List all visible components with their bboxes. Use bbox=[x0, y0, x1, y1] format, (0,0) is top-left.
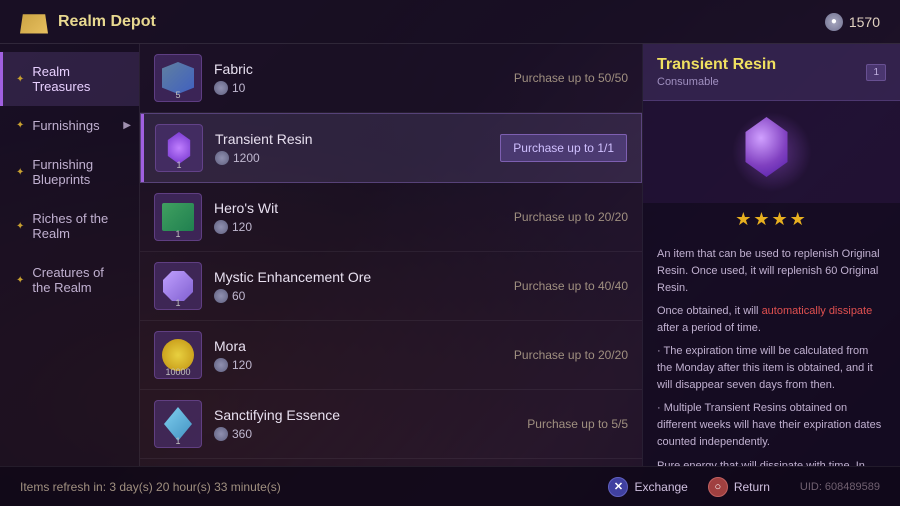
sidebar-label: RealmTreasures bbox=[32, 64, 90, 94]
item-name-fabric: Fabric bbox=[214, 61, 514, 77]
detail-panel: Transient Resin Consumable 1 ★★★★ An ite… bbox=[642, 44, 900, 466]
shop-item-fabric[interactable]: 5 Fabric 10 Purchase up to 50/50 bbox=[140, 44, 642, 113]
price-icon bbox=[214, 358, 228, 372]
shop-item-mora[interactable]: 10000 Mora 120 Purchase up to 20/20 bbox=[140, 321, 642, 390]
item-name-book: Hero's Wit bbox=[214, 200, 514, 216]
shop-item-transient-resin[interactable]: 1 Transient Resin 1200 Purchase up to 1/… bbox=[140, 113, 642, 183]
exchange-label: Exchange bbox=[634, 480, 687, 494]
price-icon bbox=[214, 427, 228, 441]
sidebar-item-creatures[interactable]: ✦ Creatures of the Realm bbox=[0, 253, 139, 307]
shop-item-essence[interactable]: 1 Sanctifying Essence 360 Purchase up to… bbox=[140, 390, 642, 459]
star-icon: ✦ bbox=[16, 74, 24, 85]
item-icon-book: 1 bbox=[154, 193, 202, 241]
detail-stars: ★★★★ bbox=[643, 203, 900, 236]
currency-display: ● 1570 bbox=[825, 13, 880, 31]
detail-header: Transient Resin Consumable 1 bbox=[643, 44, 900, 101]
item-icon-essence: 1 bbox=[154, 400, 202, 448]
detail-type: Consumable bbox=[657, 76, 776, 88]
item-price-mora: 120 bbox=[214, 358, 514, 372]
item-name-ore: Mystic Enhancement Ore bbox=[214, 269, 514, 285]
selected-indicator bbox=[141, 114, 144, 182]
price-icon bbox=[214, 81, 228, 95]
desc-extra: Pure energy that will dissipate with tim… bbox=[657, 458, 886, 466]
uid-text: UID: 608489589 bbox=[800, 481, 880, 493]
arrow-icon: ▶ bbox=[123, 120, 131, 131]
sidebar-item-riches-of-realm[interactable]: ✦ Riches of the Realm bbox=[0, 199, 139, 253]
item-price-ore: 60 bbox=[214, 289, 514, 303]
refresh-text: Items refresh in: 3 day(s) 20 hour(s) 33… bbox=[20, 480, 281, 494]
bottom-actions: ✕ Exchange ○ Return bbox=[608, 477, 769, 497]
sidebar-label: Riches of the Realm bbox=[32, 211, 123, 241]
desc-para-2: Once obtained, it will automatically dis… bbox=[657, 303, 886, 337]
desc-para-1: An item that can be used to replenish Or… bbox=[657, 246, 886, 297]
detail-title: Transient Resin bbox=[657, 56, 776, 74]
main-container: ✦ RealmTreasures ✦ Furnishings ▶ ✦ Furni… bbox=[0, 44, 900, 466]
sidebar-label: Creatures of the Realm bbox=[32, 265, 123, 295]
item-icon-mora: 10000 bbox=[154, 331, 202, 379]
shop-item-heros-wit[interactable]: 1 Hero's Wit 120 Purchase up to 20/20 bbox=[140, 183, 642, 252]
shop-item-unction[interactable]: 1 Sanctifying Unction 90 Purchase up to … bbox=[140, 459, 642, 466]
star-icon: ✦ bbox=[16, 275, 24, 286]
detail-image bbox=[737, 117, 807, 187]
item-info-fabric: Fabric 10 bbox=[214, 61, 514, 95]
item-stock-ore: Purchase up to 40/40 bbox=[514, 279, 628, 293]
shop-icon bbox=[20, 10, 48, 34]
item-icon-fabric: 5 bbox=[154, 54, 202, 102]
return-icon: ○ bbox=[708, 477, 728, 497]
sidebar: ✦ RealmTreasures ✦ Furnishings ▶ ✦ Furni… bbox=[0, 44, 140, 466]
sidebar-item-furnishing-blueprints[interactable]: ✦ Furnishing Blueprints bbox=[0, 145, 139, 199]
detail-badge: 1 bbox=[866, 64, 886, 81]
desc-bullet-1: · The expiration time will be calculated… bbox=[657, 343, 886, 394]
sidebar-item-furnishings[interactable]: ✦ Furnishings ▶ bbox=[0, 106, 139, 145]
book-icon bbox=[162, 203, 194, 231]
return-button[interactable]: ○ Return bbox=[708, 477, 770, 497]
star-icon: ✦ bbox=[16, 167, 24, 178]
item-info-book: Hero's Wit 120 bbox=[214, 200, 514, 234]
item-stock-fabric: Purchase up to 50/50 bbox=[514, 71, 628, 85]
star-icon: ✦ bbox=[16, 120, 24, 131]
item-price-fabric: 10 bbox=[214, 81, 514, 95]
return-label: Return bbox=[734, 480, 770, 494]
price-icon bbox=[214, 289, 228, 303]
exchange-icon: ✕ bbox=[608, 477, 628, 497]
bottom-bar: Items refresh in: 3 day(s) 20 hour(s) 33… bbox=[0, 466, 900, 506]
shop-item-ore[interactable]: 1 Mystic Enhancement Ore 60 Purchase up … bbox=[140, 252, 642, 321]
item-price-resin: 1200 bbox=[215, 151, 490, 165]
window-title: Realm Depot bbox=[58, 13, 156, 31]
detail-image-area bbox=[643, 101, 900, 203]
item-price-essence: 360 bbox=[214, 427, 527, 441]
item-price-book: 120 bbox=[214, 220, 514, 234]
item-name-essence: Sanctifying Essence bbox=[214, 407, 527, 423]
top-bar: Realm Depot ● 1570 bbox=[0, 0, 900, 44]
price-icon bbox=[215, 151, 229, 165]
item-stock-mora: Purchase up to 20/20 bbox=[514, 348, 628, 362]
item-name-resin: Transient Resin bbox=[215, 131, 490, 147]
detail-description: An item that can be used to replenish Or… bbox=[643, 236, 900, 466]
desc-bullet-2: · Multiple Transient Resins obtained on … bbox=[657, 400, 886, 451]
exchange-button[interactable]: ✕ Exchange bbox=[608, 477, 687, 497]
item-info-essence: Sanctifying Essence 360 bbox=[214, 407, 527, 441]
item-info-ore: Mystic Enhancement Ore 60 bbox=[214, 269, 514, 303]
currency-amount: 1570 bbox=[849, 14, 880, 30]
sidebar-label: Furnishing Blueprints bbox=[32, 157, 123, 187]
star-icon: ✦ bbox=[16, 221, 24, 232]
item-stock-book: Purchase up to 20/20 bbox=[514, 210, 628, 224]
item-info-mora: Mora 120 bbox=[214, 338, 514, 372]
item-stock-essence: Purchase up to 5/5 bbox=[527, 417, 628, 431]
item-icon-ore: 1 bbox=[154, 262, 202, 310]
sidebar-item-realm-treasures[interactable]: ✦ RealmTreasures bbox=[0, 52, 139, 106]
sidebar-label: Furnishings bbox=[32, 118, 99, 133]
shop-list: 5 Fabric 10 Purchase up to 50/50 1 Trans… bbox=[140, 44, 642, 466]
ore-icon bbox=[163, 271, 193, 301]
item-info-resin: Transient Resin 1200 bbox=[215, 131, 490, 165]
price-icon bbox=[214, 220, 228, 234]
item-name-mora: Mora bbox=[214, 338, 514, 354]
item-icon-resin: 1 bbox=[155, 124, 203, 172]
purchase-button-resin[interactable]: Purchase up to 1/1 bbox=[500, 134, 627, 162]
desc-highlight: automatically dissipate bbox=[762, 305, 873, 317]
currency-icon: ● bbox=[825, 13, 843, 31]
